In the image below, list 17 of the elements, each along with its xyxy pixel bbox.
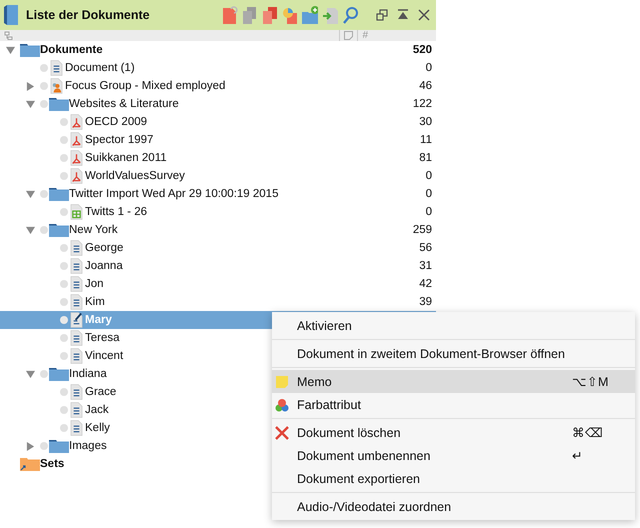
code-count: 0 <box>426 206 433 218</box>
window-title: Liste der Dokumente <box>26 8 151 22</box>
code-count: 520 <box>412 44 433 56</box>
code-count: 31 <box>419 260 433 272</box>
count-column-header: # <box>362 30 369 41</box>
code-count: 30 <box>419 116 433 128</box>
code-count: 56 <box>419 242 433 254</box>
code-count: 259 <box>412 224 433 236</box>
code-count: 0 <box>426 62 433 74</box>
code-count: 46 <box>419 80 433 92</box>
code-count: 11 <box>420 134 433 146</box>
code-count: 0 <box>426 188 433 200</box>
code-count: 122 <box>412 98 433 110</box>
code-count: 81 <box>419 152 433 164</box>
code-count: 39 <box>419 296 433 308</box>
code-count: 42 <box>419 278 433 290</box>
code-count: 0 <box>426 170 433 182</box>
